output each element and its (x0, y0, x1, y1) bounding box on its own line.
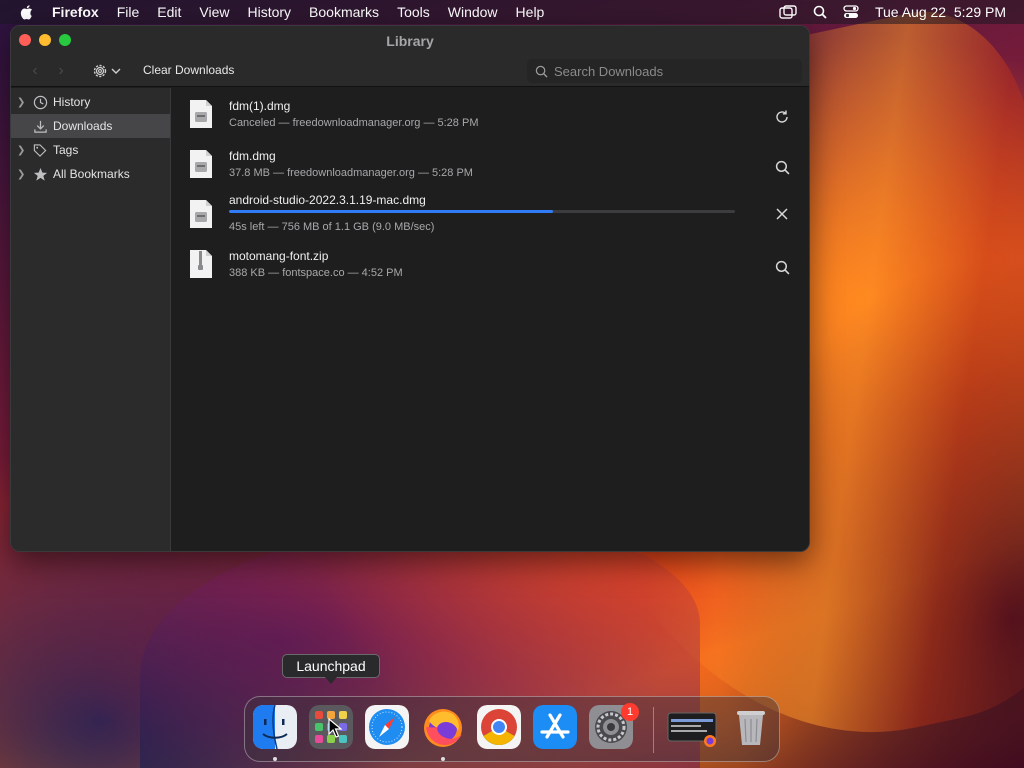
trash-icon[interactable] (729, 705, 773, 749)
safari-icon[interactable] (365, 705, 409, 749)
app-store-icon[interactable] (533, 705, 577, 749)
firefox-icon[interactable] (421, 705, 465, 749)
window-title: Library (386, 33, 434, 49)
download-item[interactable]: fdm(1).dmg Canceled — freedownloadmanage… (171, 90, 809, 140)
tag-icon (31, 142, 49, 158)
search-box[interactable] (527, 59, 802, 83)
menu-help[interactable]: Help (516, 4, 545, 20)
download-filename: fdm.dmg (229, 149, 276, 163)
menu-tools[interactable]: Tools (397, 4, 430, 20)
title-bar: Library (11, 26, 809, 56)
zip-file-icon (190, 250, 212, 278)
download-status: 45s left — 756 MB of 1.1 GB (9.0 MB/sec) (229, 221, 435, 233)
search-icon (775, 260, 789, 274)
organize-menu-button[interactable] (91, 60, 125, 82)
sidebar-item-label: All Bookmarks (53, 167, 130, 181)
menu-file[interactable]: File (117, 4, 140, 20)
running-indicator (441, 757, 445, 761)
mouse-pointer-icon (328, 718, 342, 738)
sidebar-item-history[interactable]: ❯ History (11, 90, 170, 114)
sidebar-item-label: History (53, 95, 91, 109)
menu-history[interactable]: History (247, 4, 291, 20)
chevron-right-icon[interactable]: ❯ (17, 97, 31, 108)
sidebar: ❯ History Downloads ❯ Tags ❯ All Bookmar… (11, 88, 171, 551)
downloads-list: fdm(1).dmg Canceled — freedownloadmanage… (171, 88, 809, 551)
chevron-right-icon[interactable]: ❯ (17, 169, 31, 180)
chrome-icon[interactable] (477, 705, 521, 749)
window-preview-icon[interactable] (667, 705, 717, 749)
disk-image-file-icon (190, 100, 212, 128)
dock: 1 (244, 696, 780, 762)
menu-bar: Firefox File Edit View History Bookmarks… (0, 0, 1024, 24)
spotlight-search-icon[interactable] (813, 5, 827, 19)
download-item[interactable]: android-studio-2022.3.1.19-mac.dmg 45s l… (171, 188, 809, 240)
clock-icon (31, 94, 49, 110)
finder-icon[interactable] (253, 705, 297, 749)
download-item[interactable]: motomang-font.zip 388 KB — fontspace.co … (171, 240, 809, 290)
menu-edit[interactable]: Edit (157, 4, 181, 20)
disk-image-file-icon (190, 150, 212, 178)
search-icon (535, 65, 548, 78)
sidebar-item-downloads[interactable]: Downloads (11, 114, 170, 138)
dock-separator (653, 707, 654, 753)
running-indicator (273, 757, 277, 761)
search-icon (775, 160, 789, 174)
download-icon (31, 118, 49, 134)
download-filename: fdm(1).dmg (229, 99, 291, 113)
library-toolbar: ‹ › Clear Downloads (11, 56, 809, 87)
screen-mirroring-icon[interactable] (779, 5, 797, 19)
menu-clock[interactable]: Tue Aug 22 5:29 PM (875, 4, 1006, 20)
sidebar-item-all-bookmarks[interactable]: ❯ All Bookmarks (11, 162, 170, 186)
show-in-finder-button[interactable] (771, 156, 793, 178)
apple-logo-icon[interactable] (18, 3, 36, 21)
download-status: 37.8 MB — freedownloadmanager.org — 5:28… (229, 167, 473, 179)
close-icon (776, 208, 788, 220)
clear-downloads-button[interactable]: Clear Downloads (143, 63, 234, 77)
download-status: 388 KB — fontspace.co — 4:52 PM (229, 267, 403, 279)
tooltip-arrow (325, 677, 337, 684)
notification-badge: 1 (621, 703, 639, 721)
library-window: Library ‹ › Clear Downloads ❯ (10, 25, 810, 552)
control-center-icon[interactable] (843, 5, 859, 19)
disk-image-file-icon (190, 200, 212, 228)
back-arrow-icon[interactable]: ‹ (25, 61, 45, 81)
cancel-download-button[interactable] (771, 203, 793, 225)
menu-bookmarks[interactable]: Bookmarks (309, 4, 379, 20)
retry-icon (776, 110, 788, 123)
download-progress-bar (229, 210, 735, 213)
forward-arrow-icon[interactable]: › (51, 61, 71, 81)
menu-window[interactable]: Window (448, 4, 498, 20)
chevron-down-icon (111, 68, 121, 74)
menu-app-name[interactable]: Firefox (52, 4, 99, 20)
sidebar-item-label: Tags (53, 143, 79, 157)
show-in-finder-button[interactable] (771, 256, 793, 278)
download-progress-fill (229, 210, 553, 213)
download-item[interactable]: fdm.dmg 37.8 MB — freedownloadmanager.or… (171, 140, 809, 190)
download-status: Canceled — freedownloadmanager.org — 5:2… (229, 117, 479, 129)
launchpad-tooltip: Launchpad (282, 654, 380, 678)
menu-view[interactable]: View (199, 4, 229, 20)
gear-icon (93, 64, 107, 78)
search-downloads-input[interactable] (554, 63, 784, 79)
download-filename: motomang-font.zip (229, 249, 329, 263)
sidebar-item-tags[interactable]: ❯ Tags (11, 138, 170, 162)
chevron-right-icon[interactable]: ❯ (17, 145, 31, 156)
sidebar-item-label: Downloads (53, 119, 113, 133)
download-filename: android-studio-2022.3.1.19-mac.dmg (229, 193, 426, 207)
star-icon (31, 166, 49, 182)
retry-download-button[interactable] (771, 106, 793, 128)
